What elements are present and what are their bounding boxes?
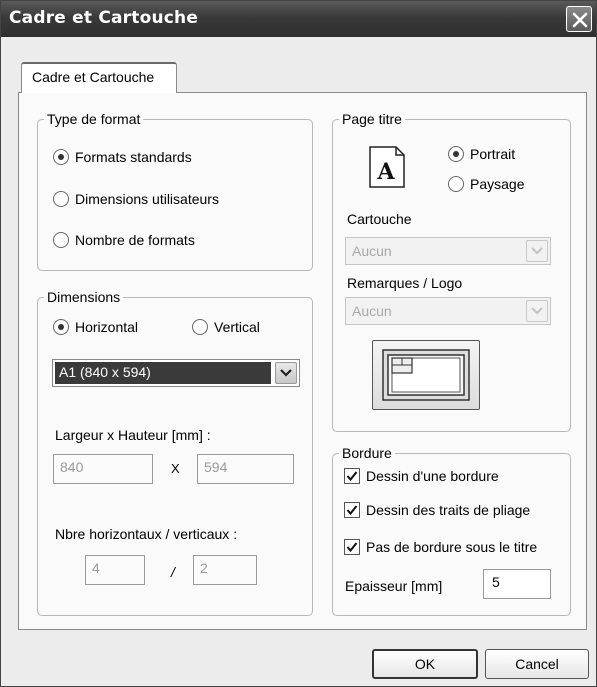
radio-label: Vertical bbox=[214, 319, 260, 335]
radio-nombre-de-formats[interactable]: Nombre de formats bbox=[53, 232, 195, 248]
checkbox-pas-bordure-titre[interactable]: Pas de bordure sous le titre bbox=[344, 539, 537, 555]
radio-label: Paysage bbox=[470, 176, 525, 192]
radio-dot bbox=[448, 176, 464, 192]
checkbox-label: Pas de bordure sous le titre bbox=[366, 539, 538, 555]
radio-dot bbox=[53, 319, 69, 335]
type-format-legend: Type de format bbox=[44, 110, 144, 128]
checkbox-box bbox=[344, 539, 360, 555]
radio-dot bbox=[192, 319, 208, 335]
ok-button[interactable]: OK bbox=[372, 649, 478, 679]
title-block-preview-icon bbox=[382, 349, 470, 401]
tab-cadre-et-cartouche[interactable]: Cadre et Cartouche bbox=[21, 62, 177, 93]
checkmark-icon bbox=[346, 471, 358, 482]
checkbox-label: Dessin des traits de pliage bbox=[366, 502, 531, 518]
format-select[interactable]: A1 (840 x 594) bbox=[52, 359, 300, 387]
radio-label: Nombre de formats bbox=[75, 232, 195, 248]
radio-label: Horizontal bbox=[75, 319, 139, 335]
checkbox-traits-pliage[interactable]: Dessin des traits de pliage bbox=[344, 502, 530, 518]
checkbox-box bbox=[344, 468, 360, 484]
radio-label: Dimensions utilisateurs bbox=[75, 191, 219, 207]
remarques-select-value: Aucun bbox=[352, 303, 392, 319]
close-icon bbox=[572, 12, 588, 28]
remarques-select[interactable]: Aucun bbox=[345, 297, 551, 325]
radio-dimensions-utilisateurs[interactable]: Dimensions utilisateurs bbox=[53, 191, 219, 207]
page-titre-legend: Page titre bbox=[339, 110, 405, 128]
title-bar: Cadre et Cartouche bbox=[1, 1, 596, 37]
title-block-preview-button[interactable] bbox=[372, 340, 480, 410]
checkbox-label: Dessin d'une bordure bbox=[366, 468, 499, 484]
format-select-value: A1 (840 x 594) bbox=[55, 362, 271, 384]
radio-portrait[interactable]: Portrait bbox=[448, 146, 515, 162]
count-vertical-field[interactable]: 2 bbox=[193, 555, 257, 585]
dialog-window: Cadre et Cartouche Cadre et Cartouche Ty… bbox=[0, 0, 597, 687]
epaisseur-field[interactable]: 5 bbox=[483, 569, 551, 599]
radio-dot bbox=[448, 146, 464, 162]
window-title: Cadre et Cartouche bbox=[9, 8, 199, 28]
cartouche-select[interactable]: Aucun bbox=[345, 237, 551, 265]
size-label: Largeur x Hauteur [mm] : bbox=[55, 427, 211, 443]
dimensions-legend: Dimensions bbox=[44, 288, 124, 306]
page-a-letter: A bbox=[376, 159, 395, 185]
checkbox-dessin-bordure[interactable]: Dessin d'une bordure bbox=[344, 468, 499, 484]
radio-dot bbox=[53, 149, 69, 165]
radio-formats-standards[interactable]: Formats standards bbox=[53, 149, 192, 165]
page-a-icon: A bbox=[369, 146, 405, 188]
radio-paysage[interactable]: Paysage bbox=[448, 176, 524, 192]
checkmark-icon bbox=[346, 505, 358, 516]
epaisseur-label: Epaisseur [mm] bbox=[345, 578, 443, 594]
radio-horizontal[interactable]: Horizontal bbox=[53, 319, 138, 335]
dropdown-arrow-icon[interactable] bbox=[526, 240, 548, 262]
radio-label: Formats standards bbox=[75, 149, 192, 165]
close-button[interactable] bbox=[566, 6, 592, 32]
cancel-button[interactable]: Cancel bbox=[485, 649, 589, 679]
checkmark-icon bbox=[346, 542, 358, 553]
remarques-label: Remarques / Logo bbox=[347, 275, 463, 291]
dropdown-arrow-icon[interactable] bbox=[275, 362, 297, 384]
cartouche-select-value: Aucun bbox=[352, 243, 392, 259]
count-horizontal-field[interactable]: 4 bbox=[85, 555, 145, 585]
radio-label: Portrait bbox=[470, 146, 516, 162]
count-label: Nbre horizontaux / verticaux : bbox=[55, 526, 238, 542]
cartouche-label: Cartouche bbox=[347, 211, 412, 227]
count-separator: / bbox=[171, 564, 175, 580]
dropdown-arrow-icon[interactable] bbox=[526, 300, 548, 322]
checkbox-box bbox=[344, 502, 360, 518]
width-field[interactable]: 840 bbox=[53, 454, 153, 484]
radio-dot bbox=[53, 191, 69, 207]
radio-vertical[interactable]: Vertical bbox=[192, 319, 260, 335]
size-separator: X bbox=[171, 461, 180, 476]
height-field[interactable]: 594 bbox=[197, 454, 294, 484]
radio-dot bbox=[53, 232, 69, 248]
bordure-legend: Bordure bbox=[339, 444, 395, 462]
